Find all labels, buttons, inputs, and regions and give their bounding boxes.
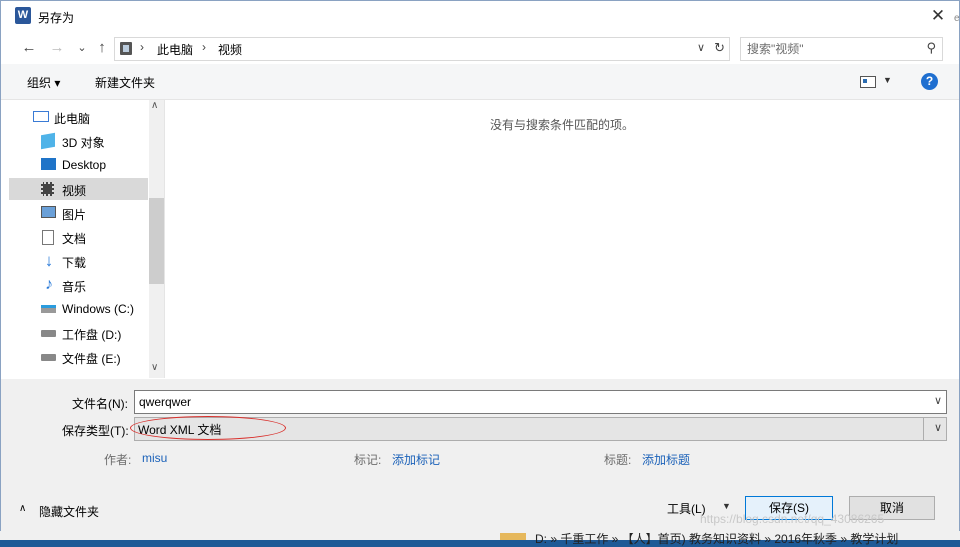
organize-button[interactable]: 组织 ▾ xyxy=(27,74,60,91)
title-label: 标题: xyxy=(604,453,632,467)
sidebar-item-label: 工作盘 (D:) xyxy=(62,328,122,342)
sidebar-item-drive-e[interactable]: 文件盘 (E:) xyxy=(9,346,148,368)
close-button[interactable]: ✕ xyxy=(927,6,949,26)
new-folder-button[interactable]: 新建文件夹 xyxy=(95,74,155,91)
music-icon: ♪ xyxy=(45,276,53,293)
folder-icon xyxy=(500,533,526,540)
sidebar-item-downloads[interactable]: ↓ 下载 xyxy=(9,250,148,272)
sidebar-item-desktop[interactable]: Desktop xyxy=(9,154,148,176)
navigation-pane: 此电脑 3D 对象 Desktop 视频 图片 文档 ↓ 下载 ♪ 音乐 Win… xyxy=(1,100,165,378)
sidebar-item-drive-c[interactable]: Windows (C:) xyxy=(9,298,148,320)
search-input[interactable] xyxy=(747,41,917,56)
file-list-area[interactable]: 没有与搜索条件匹配的项。 xyxy=(165,100,959,378)
download-icon: ↓ xyxy=(44,251,54,270)
breadcrumb-videos[interactable]: 视频 xyxy=(218,41,242,58)
save-as-dialog: W 另存为 ✕ ← → ⌄ ↑ › 此电脑 › 视频 ∨ ↻ ⚲ 组织 ▾ 新建… xyxy=(0,0,960,532)
red-annotation-ellipse xyxy=(130,416,286,440)
author-value[interactable]: misu xyxy=(142,451,167,465)
help-icon[interactable]: ? xyxy=(921,73,938,90)
windows-drive-icon xyxy=(41,305,56,313)
computer-icon xyxy=(33,111,49,122)
sidebar-item-videos[interactable]: 视频 xyxy=(9,178,148,200)
cube-3d-icon xyxy=(41,132,55,150)
sidebar-item-music[interactable]: ♪ 音乐 xyxy=(9,274,148,296)
sidebar-item-label: 图片 xyxy=(62,208,87,222)
address-bar[interactable]: › 此电脑 › 视频 ∨ ↻ xyxy=(114,37,730,61)
sidebar-item-label: 文件盘 (E:) xyxy=(62,352,121,366)
chevron-up-icon: ∧ xyxy=(19,503,27,514)
hide-folders-label: 隐藏文件夹 xyxy=(39,505,100,519)
chevron-down-icon[interactable]: ∨ xyxy=(934,421,942,434)
back-button[interactable]: ← xyxy=(21,39,37,57)
background-window-edge: e xyxy=(954,13,960,24)
chevron-down-icon[interactable]: ∨ xyxy=(934,394,942,407)
caret-down-icon[interactable]: ▼ xyxy=(722,501,731,511)
sidebar-item-documents[interactable]: 文档 xyxy=(9,226,148,248)
video-icon xyxy=(41,182,54,196)
title-bar: W 另存为 ✕ xyxy=(1,1,959,32)
caret-down-icon[interactable]: ▼ xyxy=(883,75,892,85)
sidebar-item-pictures[interactable]: 图片 xyxy=(9,202,148,224)
desktop-icon xyxy=(41,158,56,170)
scrollbar-thumb[interactable] xyxy=(149,198,164,284)
filetype-label: 保存类型(T): xyxy=(62,424,129,438)
sidebar-item-label: Windows (C:) xyxy=(62,302,135,316)
select-divider xyxy=(923,418,924,440)
filename-input[interactable] xyxy=(139,394,919,409)
search-icon[interactable]: ⚲ xyxy=(926,40,936,56)
empty-results-message: 没有与搜索条件匹配的项。 xyxy=(489,118,634,132)
video-folder-icon xyxy=(120,42,132,55)
sidebar-item-label: 下载 xyxy=(62,256,87,270)
filename-label: 文件名(N): xyxy=(72,397,128,411)
up-folder-button[interactable]: ↑ xyxy=(94,39,110,57)
sidebar-item-label: 音乐 xyxy=(62,280,87,294)
forward-button[interactable]: → xyxy=(49,39,65,57)
recent-locations-dropdown[interactable]: ⌄ xyxy=(74,39,90,57)
breadcrumb-this-pc[interactable]: 此电脑 xyxy=(157,41,193,58)
breadcrumb-separator: › xyxy=(202,40,206,54)
tags-label: 标记: xyxy=(354,453,382,467)
sidebar-item-3d-objects[interactable]: 3D 对象 xyxy=(9,130,148,152)
chevron-down-icon[interactable]: ∨ xyxy=(697,41,705,54)
dialog-title: 另存为 xyxy=(38,11,75,25)
drive-icon xyxy=(41,354,56,361)
refresh-icon[interactable]: ↻ xyxy=(714,40,725,56)
document-icon xyxy=(42,230,54,245)
author-label: 作者: xyxy=(104,453,132,467)
sidebar-item-label: 文档 xyxy=(62,232,87,246)
filename-field[interactable]: ∨ xyxy=(134,390,947,414)
sidebar-item-label: Desktop xyxy=(62,158,107,172)
navigation-bar: ← → ⌄ ↑ › 此电脑 › 视频 ∨ ↻ ⚲ xyxy=(1,32,959,64)
save-options-panel: 文件名(N): ∨ 保存类型(T): Word XML 文档 ∨ 作者: mis… xyxy=(1,379,959,531)
sidebar-item-label: 此电脑 xyxy=(54,112,91,126)
sidebar-item-label: 视频 xyxy=(62,184,87,198)
breadcrumb-separator: › xyxy=(140,40,144,54)
word-app-icon: W xyxy=(15,7,31,24)
add-tags-link[interactable]: 添加标记 xyxy=(392,451,440,468)
view-options-icon[interactable] xyxy=(860,76,876,88)
sidebar-item-label: 3D 对象 xyxy=(62,136,105,150)
command-toolbar: 组织 ▾ 新建文件夹 ▼ ? xyxy=(1,64,959,100)
sidebar-item-drive-d[interactable]: 工作盘 (D:) xyxy=(9,322,148,344)
background-window-path: D: » 千重工作 » 【人】首页) 教务知识资料 » 2016年秋季 » 教学… xyxy=(535,532,899,546)
add-title-link[interactable]: 添加标题 xyxy=(642,451,690,468)
search-box[interactable]: ⚲ xyxy=(740,37,943,61)
sidebar-item-this-pc[interactable]: 此电脑 xyxy=(9,106,148,128)
scroll-down-icon[interactable]: ∨ xyxy=(151,362,158,373)
scroll-up-icon[interactable]: ∧ xyxy=(151,100,158,111)
drive-icon xyxy=(41,330,56,337)
watermark-text: https://blog.csdn.net/qq_43086265 xyxy=(700,512,885,526)
sidebar-scrollbar[interactable]: ∧ ∨ xyxy=(149,100,164,378)
picture-icon xyxy=(41,206,56,218)
